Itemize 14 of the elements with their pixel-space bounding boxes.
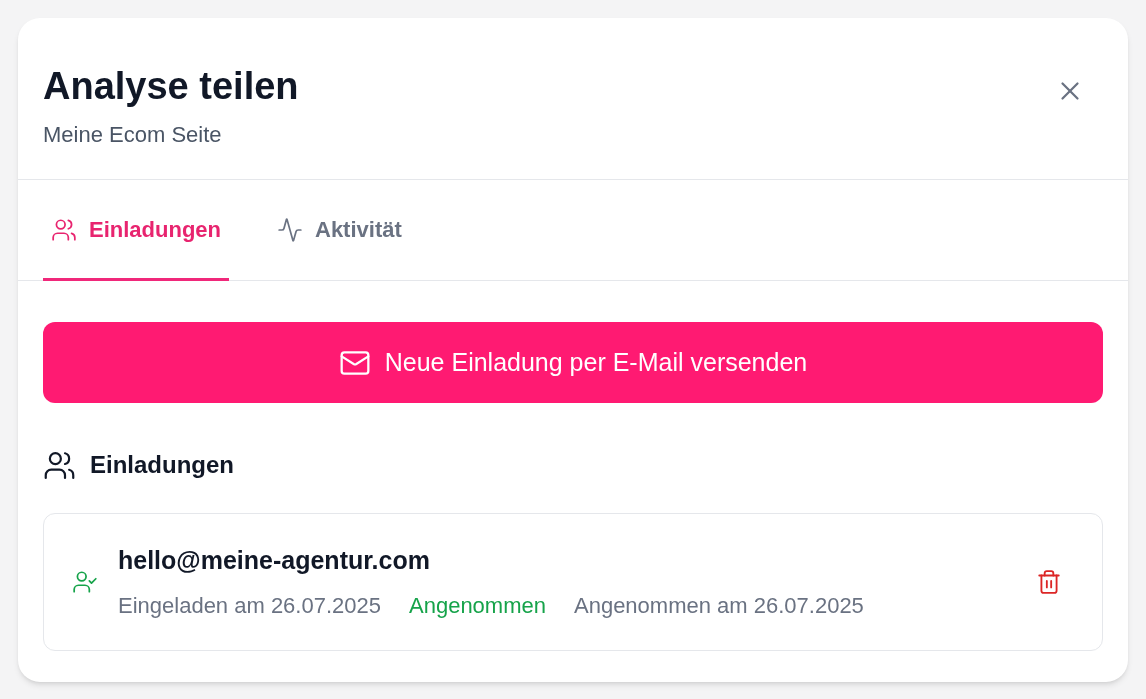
trash-icon <box>1036 569 1062 595</box>
accepted-date: Angenommen am 26.07.2025 <box>574 592 864 621</box>
dialog-title: Analyse teilen <box>43 64 299 109</box>
section-title: Einladungen <box>90 450 234 480</box>
tab[interactable]: Aktivität <box>269 181 410 281</box>
dialog-subtitle: Meine Ecom Seite <box>43 121 223 149</box>
users-icon <box>51 216 77 243</box>
invite-button[interactable]: Neue Einladung per E-Mail versenden <box>43 322 1103 403</box>
invitation-email: hello@meine-agentur.com <box>118 544 431 576</box>
tab[interactable]: Einladungen <box>43 181 229 281</box>
invited-date: Eingeladen am 26.07.2025 <box>118 592 381 621</box>
status-label: Angenommen <box>409 592 546 621</box>
delete-button[interactable] <box>1036 569 1062 595</box>
activity-icon <box>277 216 303 243</box>
